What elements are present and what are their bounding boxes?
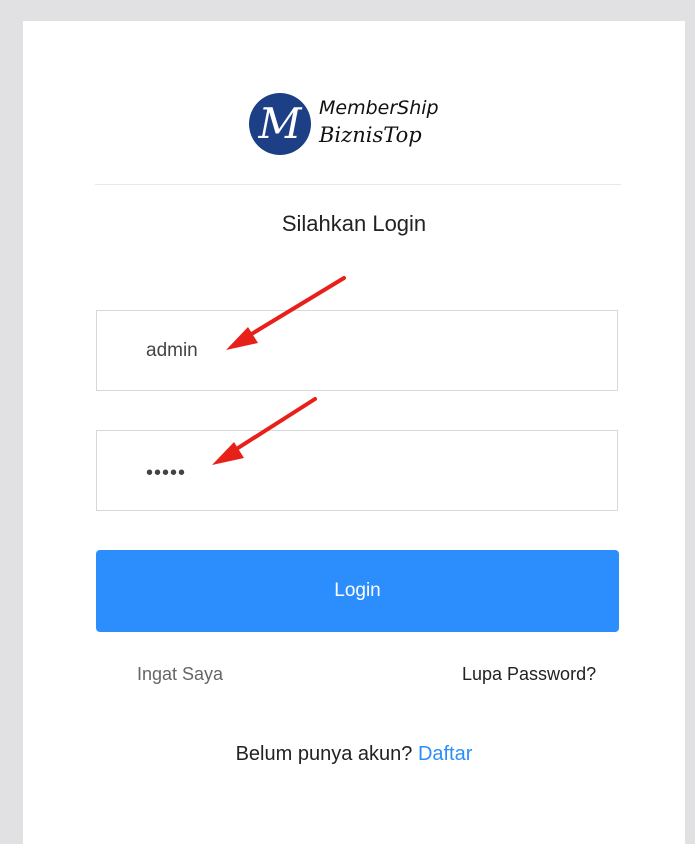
login-button[interactable]: Login [96,550,619,632]
username-field[interactable]: admin [96,310,618,391]
login-card: M MemberShip BiznisTop Silahkan Login ad… [23,21,685,844]
register-prompt-text: Belum punya akun? [235,743,413,765]
brand-logo: M MemberShip BiznisTop [249,93,479,159]
brand-name-line1: MemberShip [319,97,439,119]
divider [95,184,621,185]
remember-me-label[interactable]: Ingat Saya [137,664,223,685]
arrow-icon [226,276,346,350]
username-value: admin [146,339,198,361]
register-prompt: Belum punya akun? Daftar [23,743,685,766]
page-title: Silahkan Login [281,211,427,236]
forgot-password-link[interactable]: Lupa Password? [462,664,596,685]
password-field[interactable]: ••••• [96,430,618,511]
arrow-icon [212,397,317,465]
register-link[interactable]: Daftar [418,743,472,765]
logo-icon: M [249,93,311,155]
brand-name-line2: BiznisTop [319,123,422,147]
password-value: ••••• [146,462,187,484]
